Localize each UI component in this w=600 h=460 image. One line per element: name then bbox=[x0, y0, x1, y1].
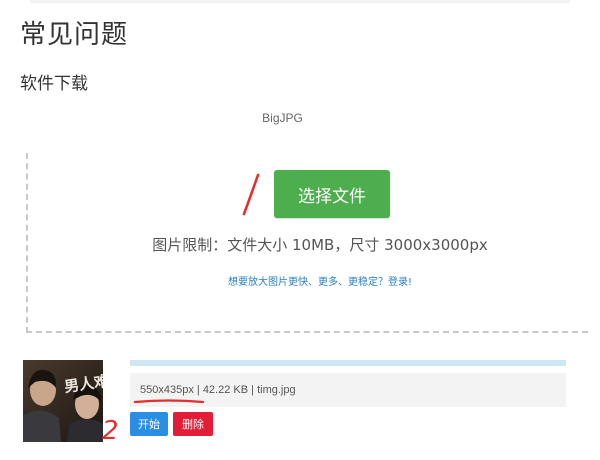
file-dimensions: 550x435px bbox=[140, 384, 194, 396]
annotation-mark-2: 2 bbox=[102, 416, 119, 442]
section-heading: 软件下载 bbox=[20, 74, 88, 94]
login-promo-link[interactable]: 想要放大图片更快、更多、更稳定？登录! bbox=[0, 273, 600, 288]
page: 常见问题 软件下载 BigJPG 选择文件 图片限制：文件大小 10MB，尺寸 … bbox=[0, 0, 600, 460]
svg-text:2: 2 bbox=[102, 416, 119, 442]
file-size: 42.22 KB bbox=[202, 384, 249, 396]
start-button[interactable]: 开始 bbox=[130, 412, 168, 436]
brand-label: BigJPG bbox=[262, 111, 303, 125]
annotation-mark-1 bbox=[242, 173, 260, 216]
file-thumbnail: 男人难 bbox=[23, 360, 103, 442]
top-divider bbox=[30, 0, 570, 3]
page-title: 常见问题 bbox=[20, 20, 129, 50]
file-info: 550x435px | 42.22 KB | timg.jpg bbox=[140, 384, 296, 396]
file-name: timg.jpg bbox=[257, 384, 296, 396]
annotation-underline bbox=[133, 399, 205, 404]
upload-limit-text: 图片限制：文件大小 10MB，尺寸 3000x3000px bbox=[152, 236, 488, 254]
choose-file-button[interactable]: 选择文件 bbox=[274, 170, 390, 218]
delete-button[interactable]: 删除 bbox=[173, 412, 213, 436]
upload-progress-bar bbox=[130, 360, 566, 366]
